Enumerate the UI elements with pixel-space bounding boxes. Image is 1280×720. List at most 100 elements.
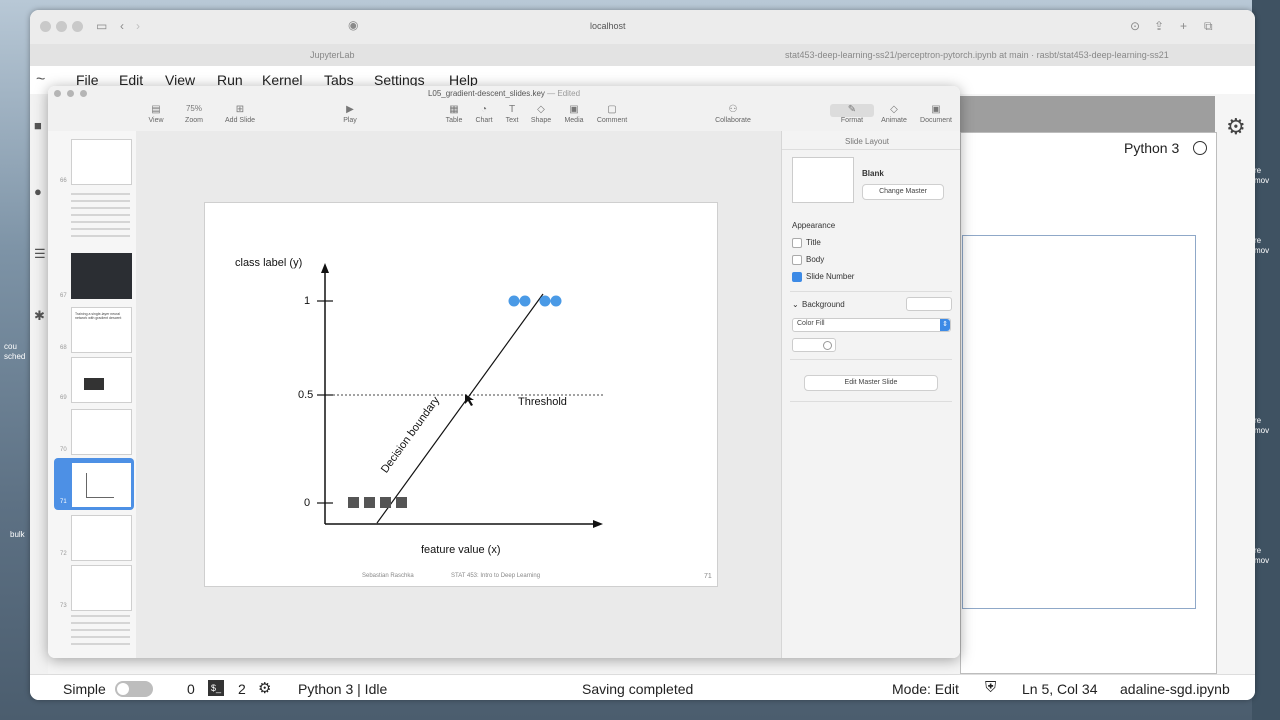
change-master-button[interactable]: Change Master xyxy=(862,184,944,200)
collapsed-slide[interactable] xyxy=(71,622,130,624)
thumbnail-image xyxy=(84,378,104,390)
desktop-text: mov xyxy=(1254,426,1270,435)
background-heading: Background xyxy=(802,300,845,309)
share-icon[interactable]: ⇪ xyxy=(1154,19,1164,33)
new-tab-icon[interactable]: + xyxy=(1180,19,1187,33)
thumbnail-axis xyxy=(86,473,87,497)
slide-number: 69 xyxy=(60,395,67,401)
play-button[interactable]: ▶ Play xyxy=(328,104,372,124)
y-tick-label: 0 xyxy=(304,497,311,509)
zoom-button[interactable]: 75% Zoom xyxy=(172,104,216,124)
master-preview[interactable] xyxy=(792,157,854,203)
collapsed-slide[interactable] xyxy=(71,643,130,645)
collapsed-slide[interactable] xyxy=(71,636,130,638)
background-color-well[interactable] xyxy=(906,297,952,311)
collaborate-button[interactable]: ⚇ Collaborate xyxy=(709,104,757,124)
collapsed-slide[interactable] xyxy=(71,615,130,617)
collapsed-slide[interactable] xyxy=(71,235,130,237)
shield-icon[interactable]: ⛨ xyxy=(985,679,996,696)
slide-thumbnail[interactable] xyxy=(71,357,132,403)
body-checkbox[interactable] xyxy=(792,255,802,265)
collaborate-icon: ⚇ xyxy=(728,104,738,115)
slide-thumbnail[interactable] xyxy=(71,409,132,455)
running-icon[interactable]: ● xyxy=(34,184,42,199)
kernel-chip-icon[interactable]: ⚙ xyxy=(258,679,271,697)
collapsed-slide[interactable] xyxy=(71,193,130,195)
x-axis-label: feature value (x) xyxy=(421,544,501,556)
keynote-title: L05_gradient-descent_slides.key — Edited xyxy=(48,89,960,98)
slide-thumbnail[interactable] xyxy=(71,515,132,561)
collapsed-slide[interactable] xyxy=(71,629,130,631)
terminal-icon[interactable]: $_ xyxy=(208,680,224,696)
animate-button[interactable]: ◇ Animate xyxy=(872,104,916,124)
slide-number-checkbox[interactable] xyxy=(792,272,802,282)
kernel-name[interactable]: Python 3 xyxy=(1124,140,1179,156)
commands-icon[interactable]: ☰ xyxy=(34,246,46,262)
slide-thumbnail[interactable] xyxy=(71,139,132,185)
window-close-button[interactable] xyxy=(40,21,51,32)
tab-github[interactable]: stat453-deep-learning-ss21/perceptron-py… xyxy=(785,47,1235,63)
kernel-status[interactable]: Python 3 | Idle xyxy=(298,681,387,697)
cursor-position[interactable]: Ln 5, Col 34 xyxy=(1022,681,1098,697)
settings-gear-icon[interactable]: ⚙ xyxy=(1226,114,1246,140)
divider xyxy=(790,359,952,360)
tab-overview-icon[interactable]: ⧉ xyxy=(1204,19,1213,33)
chevron-down-icon[interactable]: ⌄ xyxy=(792,300,799,309)
y-axis-arrow xyxy=(321,263,329,273)
threshold-label: Threshold xyxy=(518,396,567,408)
y-tick-label: 1 xyxy=(304,295,311,307)
layout-name: Blank xyxy=(862,169,884,178)
title-checkbox[interactable] xyxy=(792,238,802,248)
window-minimize-button[interactable] xyxy=(56,21,67,32)
media-label: Media xyxy=(564,117,584,124)
format-button[interactable]: ✎ Format xyxy=(830,104,874,124)
class-1-point xyxy=(550,295,562,307)
edit-master-slide-button[interactable]: Edit Master Slide xyxy=(804,375,938,391)
sidebar-icon[interactable]: ▭ xyxy=(96,19,107,33)
collapsed-slide[interactable] xyxy=(71,228,130,230)
document-icon: ▣ xyxy=(931,104,941,115)
download-icon[interactable]: ⊙ xyxy=(1130,19,1140,33)
color-picker[interactable] xyxy=(792,338,836,352)
document-button[interactable]: ▣ Document xyxy=(914,104,958,124)
desktop-text: mov xyxy=(1254,246,1270,255)
collaborate-label: Collaborate xyxy=(715,117,751,124)
add-slide-button[interactable]: ⊞ Add Slide xyxy=(218,104,262,124)
jupyter-left-sidebar: ■ ● ☰ ✱ xyxy=(30,94,48,674)
jupyter-statusbar: Simple 0 $_ 2 ⚙ Python 3 | Idle Saving c… xyxy=(30,674,1255,700)
fill-type-select[interactable]: Color Fill ⇕ xyxy=(792,318,951,332)
notebook-cell[interactable] xyxy=(962,235,1196,609)
class-0-point xyxy=(348,497,359,508)
slide[interactable]: class label (y) 1 0.5 0 Threshold Decisi… xyxy=(204,202,718,587)
slide-thumbnail[interactable]: Training a single-layer neural network w… xyxy=(71,307,132,353)
slide-thumbnail-selected[interactable] xyxy=(71,462,132,508)
extensions-icon[interactable]: ✱ xyxy=(34,308,45,324)
slide-thumbnail[interactable] xyxy=(71,253,132,299)
forward-icon[interactable]: › xyxy=(136,19,140,33)
slide-navigator: 66 67 Training a single-layer neural net… xyxy=(48,131,137,658)
keynote-toolbar: L05_gradient-descent_slides.key — Edited… xyxy=(48,86,960,132)
address-bar[interactable]: localhost xyxy=(590,21,626,31)
x-axis-arrow xyxy=(593,520,603,528)
collapsed-slide[interactable] xyxy=(71,214,130,216)
thumbnail-title: Training a single-layer neural network w… xyxy=(75,312,122,320)
window-zoom-button[interactable] xyxy=(72,21,83,32)
comment-button[interactable]: ▢ Comment xyxy=(590,104,634,124)
collapsed-slide[interactable] xyxy=(71,221,130,223)
tab-jupyterlab[interactable]: JupyterLab xyxy=(310,47,355,63)
decision-boundary-line xyxy=(376,293,544,524)
slide-number: 67 xyxy=(60,293,67,299)
back-icon[interactable]: ‹ xyxy=(120,19,124,33)
slide-thumbnail[interactable] xyxy=(71,565,132,611)
comment-icon: ▢ xyxy=(607,104,617,115)
collapsed-slide[interactable] xyxy=(71,207,130,209)
text-label: Text xyxy=(505,117,519,124)
table-label: Table xyxy=(445,117,463,124)
simple-mode-toggle[interactable] xyxy=(115,681,153,697)
desktop-text: re xyxy=(1254,166,1262,175)
pause-icon[interactable]: ◉ xyxy=(348,18,358,32)
collapsed-slide[interactable] xyxy=(71,200,130,202)
class-0-point xyxy=(380,497,391,508)
folder-icon[interactable]: ■ xyxy=(34,118,42,133)
save-status: Saving completed xyxy=(582,681,694,697)
